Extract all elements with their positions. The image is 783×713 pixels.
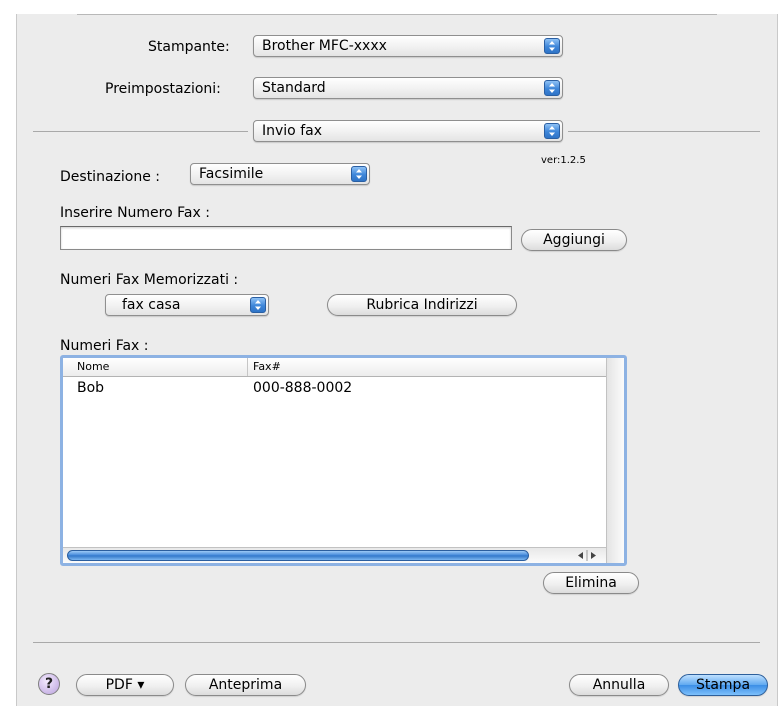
row-name: Bob (77, 380, 105, 396)
column-divider (247, 358, 248, 376)
panel-separator-right (568, 131, 760, 132)
presets-label: Preimpostazioni: (105, 81, 221, 97)
table-header: Nome Fax# (63, 358, 606, 377)
column-header-name[interactable]: Nome (77, 360, 109, 373)
dialog-top-edge (77, 14, 717, 15)
destination-label: Destinazione : (60, 169, 160, 185)
fax-number-label: Inserire Numero Fax : (60, 205, 210, 221)
vertical-scrollbar[interactable] (606, 358, 624, 563)
printer-value: Brother MFC-xxxx (262, 38, 387, 54)
table-row[interactable]: Bob 000-888-0002 (63, 380, 606, 398)
preview-button[interactable]: Anteprima (185, 674, 306, 696)
presets-popup[interactable]: Standard (253, 77, 563, 99)
stored-numbers-popup[interactable]: fax casa (105, 294, 269, 316)
panel-popup[interactable]: Invio fax (253, 120, 563, 142)
cancel-button[interactable]: Annulla (569, 674, 669, 696)
panel-value: Invio fax (262, 123, 322, 139)
column-header-fax[interactable]: Fax# (253, 360, 281, 373)
row-fax: 000-888-0002 (253, 380, 353, 396)
popup-arrows-icon (544, 123, 560, 139)
fax-list-label: Numeri Fax : (60, 338, 149, 354)
panel-separator-left (33, 131, 248, 132)
scroll-arrows-icon[interactable] (568, 549, 604, 562)
presets-value: Standard (262, 80, 326, 96)
delete-button[interactable]: Elimina (543, 572, 639, 594)
destination-popup[interactable]: Facsimile (190, 163, 370, 185)
horizontal-scroll-thumb[interactable] (67, 550, 529, 561)
pdf-button[interactable]: PDF ▾ (76, 674, 174, 696)
destination-value: Facsimile (199, 166, 264, 182)
printer-popup[interactable]: Brother MFC-xxxx (253, 35, 563, 57)
print-button[interactable]: Stampa (678, 674, 768, 696)
add-button[interactable]: Aggiungi (521, 229, 627, 251)
address-book-button[interactable]: Rubrica Indirizzi (327, 294, 517, 316)
stored-numbers-value: fax casa (122, 297, 181, 313)
popup-arrows-icon (544, 38, 560, 54)
horizontal-scrollbar[interactable] (63, 547, 606, 563)
fax-list-table[interactable]: Nome Fax# Bob 000-888-0002 (60, 355, 627, 566)
version-text: ver:1.2.5 (541, 155, 586, 166)
footer-separator (33, 642, 760, 643)
popup-arrows-icon (250, 297, 266, 313)
popup-arrows-icon (351, 166, 367, 182)
fax-number-input[interactable] (60, 226, 512, 250)
scroll-arrows[interactable] (568, 549, 604, 562)
popup-arrows-icon (544, 80, 560, 96)
stored-numbers-label: Numeri Fax Memorizzati : (60, 272, 239, 288)
help-button[interactable]: ? (38, 673, 60, 695)
printer-label: Stampante: (148, 39, 230, 55)
